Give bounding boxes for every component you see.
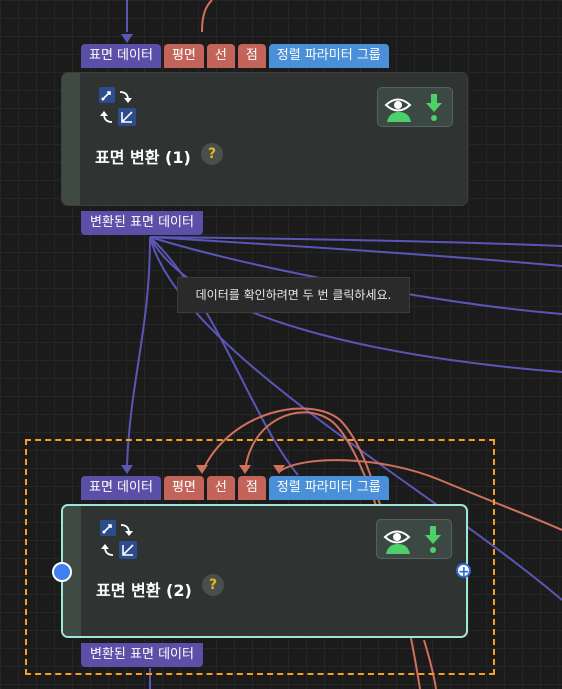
node-action-group <box>377 87 453 127</box>
input-port-plane[interactable]: 평면 <box>163 44 204 68</box>
wire-out-1 <box>149 236 562 247</box>
input-port-surface[interactable]: 표면 데이터 <box>81 44 161 68</box>
input-port-point[interactable]: 점 <box>237 44 266 68</box>
input-port-line[interactable]: 선 <box>206 44 235 68</box>
node-side-strip <box>62 73 80 205</box>
input-port-params[interactable]: 정렬 파라미터 그룹 <box>268 476 389 500</box>
input-port-line[interactable]: 선 <box>206 476 235 500</box>
input-port-point[interactable]: 점 <box>237 476 266 500</box>
add-port-icon[interactable]: + <box>456 563 471 579</box>
node1-input-ports: 표면 데이터 평면 선 점 정렬 파라미터 그룹 <box>81 44 389 68</box>
left-connection-handle[interactable] <box>52 562 72 582</box>
node-surface-transform-1[interactable]: 표면 변환 (1) ? <box>61 72 468 206</box>
eye-icon[interactable] <box>383 92 413 122</box>
transform-icon <box>99 87 136 126</box>
node-title: 표면 변환 (1) <box>95 148 191 167</box>
transform-icon <box>100 520 137 559</box>
help-button[interactable]: ? <box>202 574 224 596</box>
input-port-surface[interactable]: 표면 데이터 <box>81 476 161 500</box>
wire-out-2 <box>149 236 562 267</box>
help-button[interactable]: ? <box>201 143 223 165</box>
input-port-plane[interactable]: 평면 <box>163 476 204 500</box>
node2-input-ports: 표면 데이터 평면 선 점 정렬 파라미터 그룹 <box>81 476 389 500</box>
download-icon[interactable] <box>423 524 443 554</box>
tooltip: 데이터를 확인하려면 두 번 클릭하세요. <box>177 277 410 313</box>
node-title: 표면 변환 (2) <box>96 581 192 600</box>
node-action-group <box>376 519 452 559</box>
download-icon[interactable] <box>424 92 444 122</box>
eye-icon[interactable] <box>382 524 412 554</box>
wire-into-node2-surface <box>126 236 151 467</box>
output-port-transformed-surface[interactable]: 변환된 표면 데이터 <box>81 643 203 667</box>
output-port-transformed-surface[interactable]: 변환된 표면 데이터 <box>81 211 203 235</box>
input-port-params[interactable]: 정렬 파라미터 그룹 <box>268 44 389 68</box>
arrow-node1-surface <box>121 34 133 43</box>
wire-into-node1-plane <box>201 0 213 33</box>
node-surface-transform-2[interactable]: 표면 변환 (2) ? <box>61 504 468 638</box>
